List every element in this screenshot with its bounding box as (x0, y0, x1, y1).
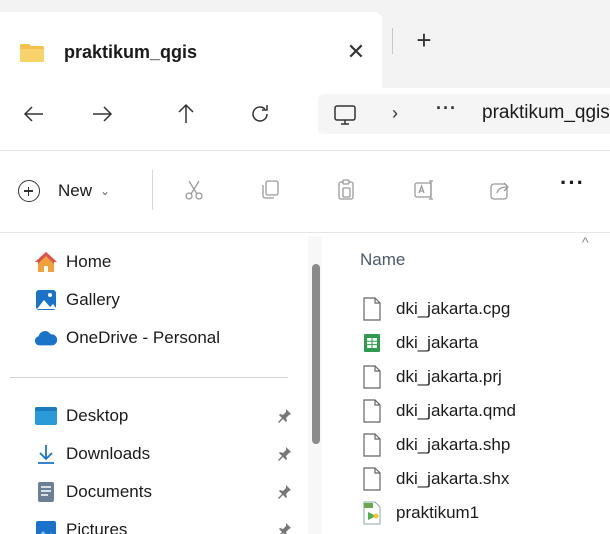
file-row[interactable]: dki_jakarta.shx (332, 462, 610, 496)
arrow-left-icon (23, 106, 43, 122)
tab-strip: praktikum_qgis ✕ + (0, 0, 610, 88)
tab-praktikum-qgis[interactable]: praktikum_qgis ✕ (0, 12, 382, 88)
commandbar-divider (0, 232, 610, 233)
sidebar-item-label: Desktop (66, 406, 129, 425)
sidebar-item-documents[interactable]: Documents (0, 474, 292, 510)
sidebar-scrollbar-thumb[interactable] (312, 264, 320, 444)
file-row[interactable]: dki_jakarta (332, 326, 610, 360)
home-icon (34, 250, 58, 274)
file-name: dki_jakarta.cpg (396, 299, 511, 318)
documents-icon (34, 480, 58, 504)
file-icon (363, 433, 381, 457)
cut-button[interactable] (178, 174, 210, 206)
tab-separator (392, 28, 393, 54)
sidebar-item-onedrive[interactable]: OneDrive - Personal (0, 320, 290, 356)
file-name: praktikum1 (396, 503, 480, 522)
file-row[interactable]: dki_jakarta.prj (332, 360, 610, 394)
pictures-icon (34, 518, 58, 534)
arrow-up-icon (178, 103, 194, 123)
sidebar-divider (10, 377, 288, 378)
file-row[interactable]: dki_jakarta.shp (332, 428, 610, 462)
file-name: dki_jakarta.shp (396, 435, 511, 454)
downloads-icon (34, 442, 58, 466)
address-overflow-button[interactable]: ··· (436, 98, 457, 119)
command-bar: New ⌄ ··· (0, 160, 610, 224)
file-row[interactable]: praktikum1 (332, 496, 610, 530)
sort-indicator: ^ (582, 234, 589, 250)
forward-button[interactable] (82, 94, 122, 134)
onedrive-icon (34, 326, 58, 350)
scissors-icon (185, 180, 203, 200)
computer-icon (334, 105, 356, 125)
column-header-name[interactable]: Name (360, 250, 405, 270)
up-button[interactable] (166, 94, 206, 134)
file-name: dki_jakarta.prj (396, 367, 502, 386)
more-options-button[interactable]: ··· (560, 170, 585, 196)
sidebar-item-label: Downloads (66, 444, 151, 463)
pin-icon[interactable] (276, 408, 292, 424)
file-icon (363, 399, 381, 423)
copy-button[interactable] (254, 174, 286, 206)
share-icon (490, 182, 509, 200)
sidebar-item-downloads[interactable]: Downloads (0, 436, 292, 472)
arrow-right-icon (93, 106, 113, 122)
copy-icon (262, 180, 279, 199)
pin-icon[interactable] (276, 484, 292, 500)
breadcrumb[interactable]: praktikum_qgis (482, 102, 610, 124)
sidebar-item-label: Gallery (66, 290, 120, 309)
qgis-project-icon (363, 501, 381, 525)
file-name: dki_jakarta (396, 333, 479, 352)
file-row[interactable]: dki_jakarta.qmd (332, 394, 610, 428)
chevron-down-icon: ⌄ (100, 184, 111, 198)
back-button[interactable] (14, 94, 54, 134)
spreadsheet-icon (364, 334, 380, 352)
file-icon (363, 467, 381, 491)
rename-icon (414, 180, 433, 200)
pin-icon[interactable] (276, 446, 292, 462)
clipboard-icon (338, 179, 354, 200)
paste-button[interactable] (330, 174, 362, 206)
header-divider (0, 150, 610, 151)
plus-circle-icon (18, 180, 40, 202)
share-button[interactable] (484, 174, 516, 206)
file-name: dki_jakarta.shx (396, 469, 510, 488)
file-row[interactable]: dki_jakarta.cpg (332, 292, 610, 326)
file-icon (363, 297, 381, 321)
file-list: ^ Name dki_jakarta.cpg dki_jakarta dki_j… (332, 234, 610, 534)
tab-title: praktikum_qgis (64, 42, 198, 62)
sidebar-item-pictures[interactable]: Pictures (0, 512, 292, 534)
pin-icon[interactable] (276, 522, 292, 534)
sidebar-item-home[interactable]: Home (0, 244, 290, 280)
refresh-button[interactable] (240, 94, 280, 134)
gallery-icon (34, 288, 58, 312)
folder-icon (20, 44, 44, 62)
sidebar-item-label: Pictures (66, 520, 128, 534)
navigation-pane: Home Gallery OneDrive - Personal Desktop… (0, 236, 300, 534)
file-icon (363, 365, 381, 389)
new-button[interactable]: New ⌄ (18, 174, 110, 208)
sidebar-item-label: Home (66, 252, 112, 271)
new-button-label: New (58, 181, 93, 200)
rename-button[interactable] (408, 174, 440, 206)
sidebar-item-label: Documents (66, 482, 152, 501)
sidebar-item-desktop[interactable]: Desktop (0, 398, 292, 434)
file-name: dki_jakarta.qmd (396, 401, 517, 420)
refresh-icon (252, 105, 268, 122)
sidebar-item-gallery[interactable]: Gallery (0, 282, 290, 318)
new-tab-button[interactable]: + (408, 26, 440, 54)
desktop-icon (34, 404, 58, 428)
address-chevron[interactable]: › (392, 103, 398, 124)
sidebar-item-label: OneDrive - Personal (66, 328, 221, 347)
command-separator (152, 170, 153, 210)
navigation-bar: › ··· praktikum_qgis (0, 88, 610, 144)
address-bar[interactable]: › ··· praktikum_qgis (318, 94, 610, 134)
tab-close-button[interactable]: ✕ (342, 38, 370, 66)
